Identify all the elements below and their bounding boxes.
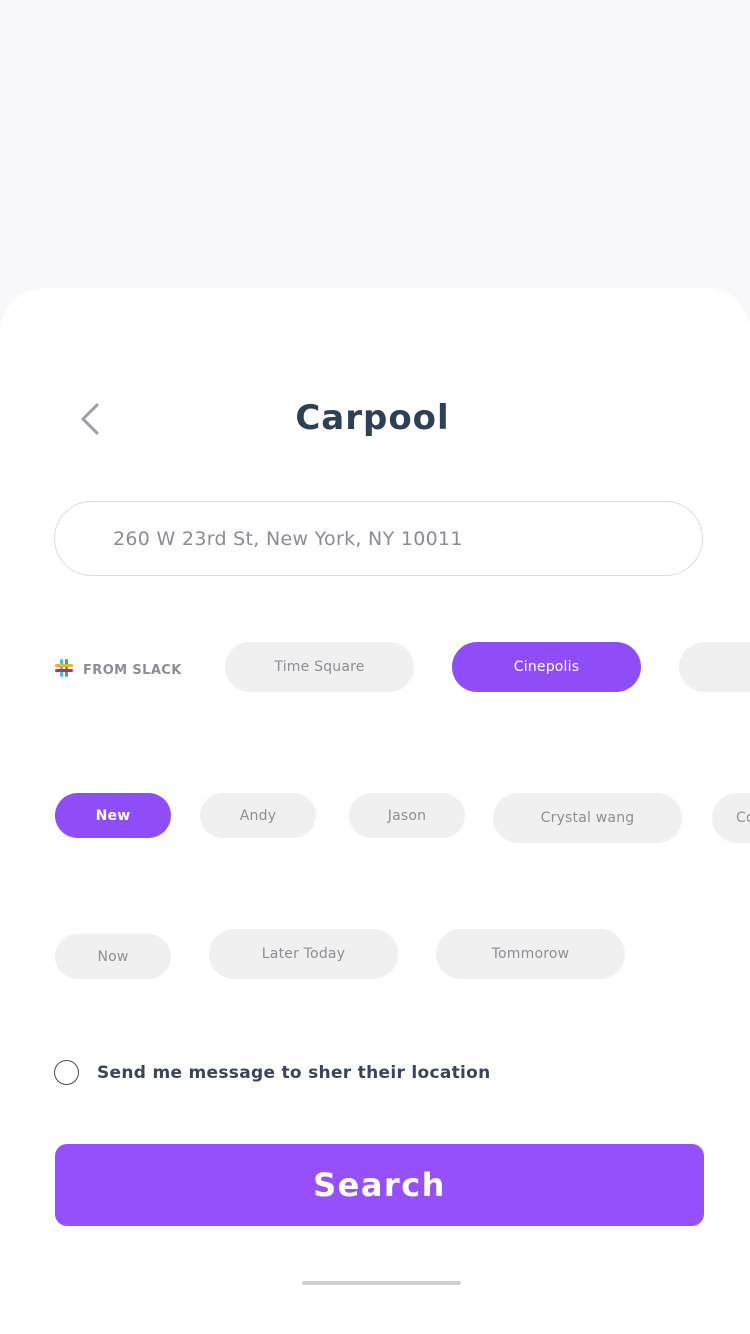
time-chip-now[interactable]: Now	[55, 934, 171, 979]
person-chip-crystal-wang[interactable]: Crystal wang	[493, 793, 682, 843]
place-chip-label: Time Square	[274, 659, 365, 675]
person-chip-more[interactable]: Co	[712, 793, 750, 843]
person-chip-label: Jason	[387, 807, 427, 824]
slack-icon	[55, 659, 73, 681]
person-chip-andy[interactable]: Andy	[200, 793, 316, 838]
notify-row[interactable]: Send me message to sher their location	[54, 1060, 491, 1085]
address-input[interactable]: 260 W 23rd St, New York, NY 10011	[54, 501, 703, 576]
search-button-label: Search	[313, 1166, 446, 1204]
from-slack-text: FROM SLACK	[83, 662, 182, 678]
from-slack-label: FROM SLACK	[55, 659, 182, 681]
person-chip-label: Co	[736, 810, 750, 826]
place-chip-more[interactable]	[679, 642, 750, 692]
person-chip-jason[interactable]: Jason	[349, 793, 465, 838]
notify-radio[interactable]	[54, 1060, 79, 1085]
time-chip-label: Later Today	[261, 946, 346, 962]
place-chip-time-square[interactable]: Time Square	[225, 642, 414, 692]
person-chip-new[interactable]: New	[55, 793, 171, 838]
place-chip-label: Cinepolis	[513, 659, 580, 675]
time-chip-label: Tommorow	[491, 946, 570, 962]
person-chip-label: Andy	[239, 807, 277, 824]
time-chip-label: Now	[97, 948, 129, 965]
page-title: Carpool	[295, 398, 450, 438]
notify-label: Send me message to sher their location	[97, 1062, 491, 1083]
time-chip-tomorrow[interactable]: Tommorow	[436, 929, 625, 979]
person-chip-label: Crystal wang	[540, 810, 635, 826]
carpool-sheet: Carpool 260 W 23rd St, New York, NY 1001…	[0, 288, 750, 1334]
address-value: 260 W 23rd St, New York, NY 10011	[113, 527, 463, 550]
place-chip-cinepolis[interactable]: Cinepolis	[452, 642, 641, 692]
home-indicator	[302, 1281, 461, 1285]
search-button[interactable]: Search	[55, 1144, 704, 1226]
time-chip-later-today[interactable]: Later Today	[209, 929, 398, 979]
person-chip-label: New	[95, 807, 131, 824]
